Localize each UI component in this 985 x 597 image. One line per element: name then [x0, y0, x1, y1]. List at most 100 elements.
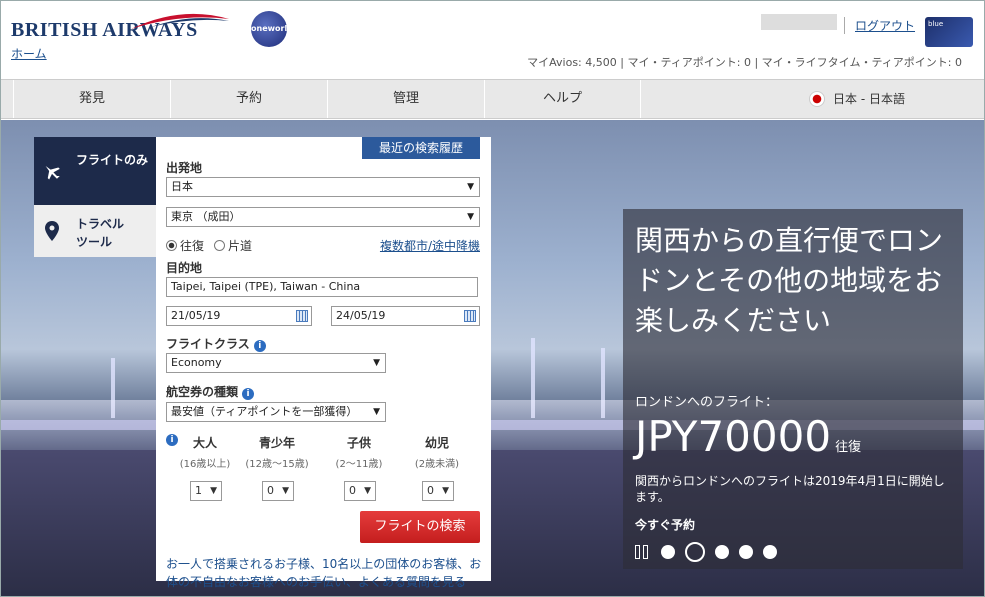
chevron-down-icon: ▼ [373, 358, 380, 368]
destination-label: 目的地 [166, 261, 203, 275]
plane-icon [34, 137, 70, 205]
fare-type-value: 最安値（ティアポイントを一部獲得） [171, 405, 358, 418]
nav-item-help[interactable]: ヘルプ [484, 80, 641, 118]
search-flights-button[interactable]: フライトの検索 [360, 511, 480, 543]
user-name-redacted [761, 14, 837, 30]
depart-date-input[interactable]: 21/05/19 [166, 306, 312, 326]
adult-count-value: 1 [195, 484, 202, 497]
pax-child: 子供 (2～11歳) [324, 434, 394, 470]
help-links-text: お一人で搭乗されるお子様、10名以上の団体のお客様、お体の不自由なお客様へのお手… [166, 557, 482, 589]
info-icon[interactable]: i [253, 340, 266, 352]
nav-item-book[interactable]: 予約 [170, 80, 327, 118]
chevron-down-icon: ▼ [371, 403, 380, 421]
chevron-down-icon: ▼ [467, 212, 474, 222]
book-now-link[interactable]: 今すぐ予約 [635, 516, 695, 533]
trip-return-label: 往復 [180, 239, 205, 253]
fare-type-label: 航空券の種類 i [166, 383, 255, 400]
class-label: フライトクラス i [166, 335, 266, 352]
origin-airport-select[interactable]: 東京 （成田） ▼ [166, 207, 480, 227]
chevron-down-icon: ▼ [282, 486, 289, 496]
pax-adult-sub: (16歳以上) [179, 459, 231, 470]
fare-label-text: 航空券の種類 [166, 385, 239, 399]
carousel-dot-active[interactable] [685, 542, 705, 562]
carousel-dot[interactable] [763, 545, 777, 559]
child-count-select[interactable]: 0 ▼ [344, 481, 376, 501]
chevron-down-icon: ▼ [364, 486, 371, 496]
carousel-dot[interactable] [661, 545, 675, 559]
trip-return-radio[interactable]: 往復 [166, 237, 204, 254]
pax-child-sub: (2～11歳) [335, 459, 383, 470]
brand-logo[interactable]: BRITISH AIRWAYS [11, 13, 229, 42]
infant-count-select[interactable]: 0 ▼ [422, 481, 454, 501]
child-count-value: 0 [349, 484, 356, 497]
class-label-text: フライトクラス [166, 337, 250, 351]
origin-label: 出発地 [166, 161, 203, 175]
booking-side-tabs: フライトのみ トラベル ツール [34, 137, 164, 257]
fare-type-select[interactable]: 最安値（ティアポイントを一部獲得） ▼ [166, 402, 386, 422]
help-links[interactable]: お一人で搭乗されるお子様、10名以上の団体のお客様、お体の不自由なお客様へのお手… [166, 555, 486, 591]
origin-country-select[interactable]: 日本 ▼ [166, 177, 480, 197]
carousel-controls [635, 542, 777, 562]
nav-item-discover[interactable]: 発見 [13, 80, 170, 118]
pax-youth-title: 青少年 [258, 436, 295, 450]
promo-headline: 関西からの直行便でロンドンとその他の地域をお楽しみください [635, 224, 944, 337]
map-pin-icon [34, 205, 70, 257]
promo-card: 関西からの直行便でロンドンとその他の地域をお楽しみください ロンドンへのフライト… [623, 209, 963, 569]
pax-child-title: 子供 [346, 436, 371, 450]
tab-travel-tools-label: トラベル ツール [76, 217, 125, 249]
trip-type: 往復 片道 [166, 237, 252, 254]
cabin-class-select[interactable]: Economy ▼ [166, 353, 386, 373]
trip-oneway-label: 片道 [228, 239, 253, 253]
home-link[interactable]: ホーム [11, 45, 47, 62]
destination-input[interactable]: Taipei, Taipei (TPE), Taiwan - China [166, 277, 478, 297]
calendar-icon[interactable] [464, 310, 476, 322]
site-header: BRITISH AIRWAYS ホーム oneworld ログアウト blue … [1, 1, 984, 79]
speedmarque-icon [131, 13, 229, 29]
tab-flight-only-label: フライトのみ [76, 153, 149, 167]
promo-price-suffix: 往復 [835, 440, 862, 455]
return-date-input[interactable]: 24/05/19 [331, 306, 480, 326]
pax-youth: 青少年 (12歳～15歳) [242, 434, 312, 470]
radio-unchecked-icon [214, 240, 226, 251]
multi-city-link[interactable]: 複数都市/途中降機 [380, 237, 480, 254]
chevron-down-icon: ▼ [210, 486, 217, 496]
tab-flight-only[interactable]: フライトのみ [34, 137, 164, 205]
browser-frame: BRITISH AIRWAYS ホーム oneworld ログアウト blue … [0, 0, 985, 597]
origin-airport-value: 東京 （成田） [171, 210, 241, 223]
pax-infant: 幼児 (2歳未満) [402, 434, 472, 470]
chevron-down-icon: ▼ [442, 486, 449, 496]
membership-card-icon[interactable]: blue [925, 17, 973, 47]
pax-adult: 大人 (16歳以上) [170, 434, 240, 470]
cabin-class-value: Economy [171, 356, 222, 369]
carousel-dot[interactable] [739, 545, 753, 559]
info-icon[interactable]: i [242, 388, 255, 400]
chevron-down-icon: ▼ [467, 182, 474, 192]
youth-count-value: 0 [267, 484, 274, 497]
carousel-dot[interactable] [715, 545, 729, 559]
radio-checked-icon [166, 240, 177, 251]
youth-count-select[interactable]: 0 ▼ [262, 481, 294, 501]
depart-date-value: 21/05/19 [171, 309, 221, 322]
pax-infant-sub: (2歳未満) [414, 459, 460, 470]
tab-travel-tools[interactable]: トラベル ツール [34, 205, 156, 257]
promo-price: JPY70000 往復 [635, 413, 861, 472]
avios-summary: マイAvios: 4,500 | マイ・ティアポイント: 0 | マイ・ライフタ… [527, 56, 962, 69]
nav-item-manage[interactable]: 管理 [327, 80, 484, 118]
promo-subtitle: ロンドンへのフライト： [635, 395, 779, 410]
promo-description: 関西からロンドンへのフライトは2019年4月1日に開始します。 [635, 474, 945, 504]
calendar-icon[interactable] [296, 310, 308, 322]
infant-count-value: 0 [427, 484, 434, 497]
pause-icon[interactable] [635, 545, 651, 559]
adult-count-select[interactable]: 1 ▼ [190, 481, 222, 501]
trip-oneway-radio[interactable]: 片道 [214, 237, 252, 254]
language-label: 日本 - 日本語 [833, 92, 905, 106]
language-selector[interactable]: 日本 - 日本語 [809, 90, 905, 107]
flight-search-panel: 最近の検索履歴 出発地 日本 ▼ 東京 （成田） ▼ 往復 片道 複数都市/途中… [156, 137, 491, 589]
pax-infant-title: 幼児 [424, 436, 449, 450]
pax-adult-title: 大人 [192, 436, 217, 450]
recent-search-button[interactable]: 最近の検索履歴 [362, 137, 480, 159]
main-nav: 発見 予約 管理 ヘルプ 日本 - 日本語 [1, 79, 984, 119]
promo-price-value: JPY70000 [635, 412, 832, 461]
return-date-value: 24/05/19 [336, 309, 386, 322]
logout-link[interactable]: ログアウト [844, 17, 915, 34]
